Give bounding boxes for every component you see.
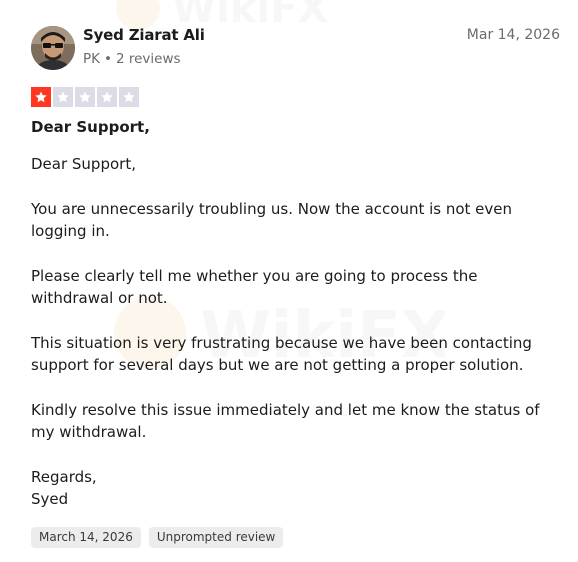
reviewer-name[interactable]: Syed Ziarat Ali: [83, 26, 205, 44]
review-signoff: Regards, Syed: [31, 467, 97, 509]
star-filled-icon: [31, 87, 51, 107]
reviewer-meta: PK • 2 reviews: [83, 51, 181, 67]
review-paragraph: This situation is very frustrating becau…: [31, 333, 532, 375]
review-paragraph: Dear Support,: [31, 155, 136, 173]
review-type-badge[interactable]: Unprompted review: [148, 527, 284, 548]
review-date: Mar 14, 2026: [466, 27, 560, 43]
avatar[interactable]: [31, 26, 75, 70]
review-header: Syed Ziarat Ali PK • 2 reviews Mar 14, 202…: [31, 26, 560, 70]
meta-separator: •: [104, 51, 112, 67]
review-paragraph: Kindly resolve this issue immediately an…: [31, 400, 540, 442]
experience-date-badge: March 14, 2026: [31, 527, 141, 548]
review-title[interactable]: Dear Support,: [31, 118, 150, 136]
review-body: Dear Support, You are unnecessarily trou…: [31, 153, 561, 533]
star-empty-icon: [119, 87, 139, 107]
star-empty-icon: [97, 87, 117, 107]
star-empty-icon: [75, 87, 95, 107]
star-rating: [31, 87, 139, 107]
review-paragraph: Please clearly tell me whether you are g…: [31, 266, 478, 308]
review-card: WikiFX WikiFX Syed Ziarat Ali PK • 2 rev…: [0, 0, 578, 562]
star-empty-icon: [53, 87, 73, 107]
review-tags: March 14, 2026 Unprompted review: [31, 527, 284, 548]
review-paragraph: You are unnecessarily troubling us. Now …: [31, 199, 513, 241]
reviewer-review-count: 2 reviews: [115, 51, 181, 67]
reviewer-country: PK: [83, 51, 100, 67]
